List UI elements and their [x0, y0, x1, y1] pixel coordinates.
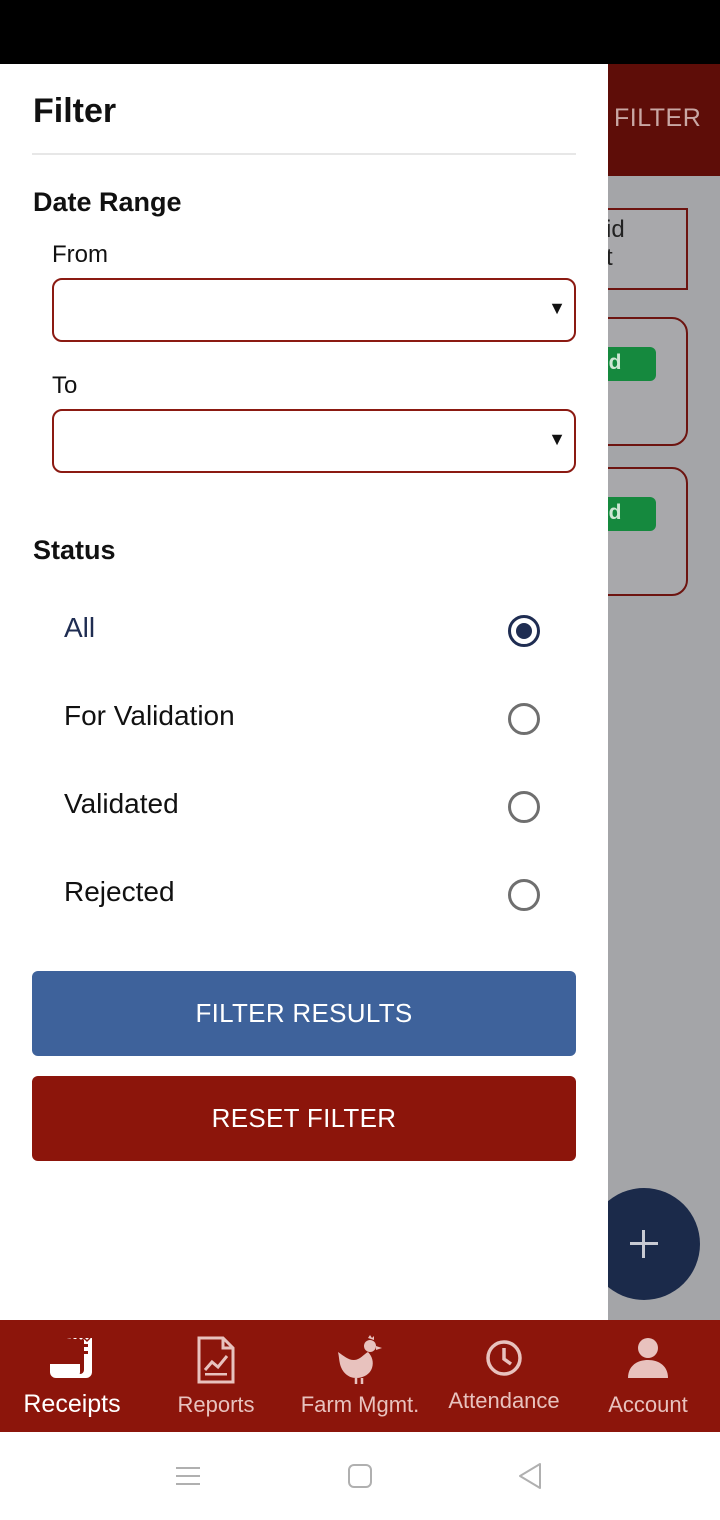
to-date-select[interactable]: ▼ — [52, 409, 576, 473]
dropdown-arrow-icon: ▼ — [548, 429, 566, 449]
filter-results-button[interactable]: FILTER RESULTS — [32, 971, 576, 1056]
radio-button[interactable] — [508, 791, 540, 823]
background-card-text: id — [606, 216, 625, 243]
radio-label: Validated — [64, 788, 179, 819]
system-navigation-bar — [0, 1432, 720, 1520]
radio-label: All — [64, 612, 96, 643]
nav-item-receipts[interactable]: Receipts — [0, 1320, 144, 1432]
status-bar — [0, 0, 720, 64]
nav-label: Reports — [177, 1392, 255, 1417]
receipt-icon — [50, 1336, 92, 1378]
status-option-rejected[interactable]: Rejected — [32, 850, 576, 938]
reset-filter-button[interactable]: RESET FILTER — [32, 1076, 576, 1161]
nav-item-reports[interactable]: Reports — [144, 1320, 288, 1432]
menu-icon[interactable] — [172, 1460, 204, 1492]
radio-label: For Validation — [64, 700, 235, 731]
report-chart-icon — [197, 1336, 235, 1384]
bottom-navigation: Receipts Reports Farm Mgmt. Attendance A… — [0, 1320, 720, 1432]
background-filter-button: FILTER — [614, 104, 702, 132]
back-icon[interactable] — [514, 1460, 546, 1492]
to-label: To — [52, 372, 78, 399]
status-option-all[interactable]: All — [32, 586, 576, 674]
user-icon — [628, 1338, 668, 1378]
divider — [32, 153, 576, 155]
radio-button[interactable] — [508, 703, 540, 735]
from-date-select[interactable]: ▼ — [52, 278, 576, 342]
nav-label: Account — [608, 1392, 688, 1417]
home-icon[interactable] — [344, 1460, 376, 1492]
clock-icon — [486, 1340, 522, 1376]
chicken-icon — [338, 1335, 382, 1384]
nav-item-attendance[interactable]: Attendance — [432, 1320, 576, 1432]
from-label: From — [52, 241, 108, 268]
filter-drawer: Filter Date Range From ▼ To ▼ Status All… — [0, 64, 608, 1320]
nav-label: Attendance — [448, 1388, 560, 1413]
dropdown-arrow-icon: ▼ — [548, 298, 566, 318]
nav-item-account[interactable]: Account — [576, 1320, 720, 1432]
radio-button-selected[interactable] — [508, 615, 540, 647]
status-option-for-validation[interactable]: For Validation — [32, 674, 576, 762]
status-title: Status — [33, 535, 116, 565]
radio-label: Rejected — [64, 876, 175, 907]
status-option-validated[interactable]: Validated — [32, 762, 576, 850]
nav-label: Receipts — [23, 1390, 121, 1418]
drawer-title: Filter — [33, 92, 117, 130]
radio-button[interactable] — [508, 879, 540, 911]
nav-label: Farm Mgmt. — [300, 1392, 420, 1417]
nav-item-farm-mgmt[interactable]: Farm Mgmt. — [288, 1320, 432, 1432]
date-range-title: Date Range — [33, 187, 182, 217]
